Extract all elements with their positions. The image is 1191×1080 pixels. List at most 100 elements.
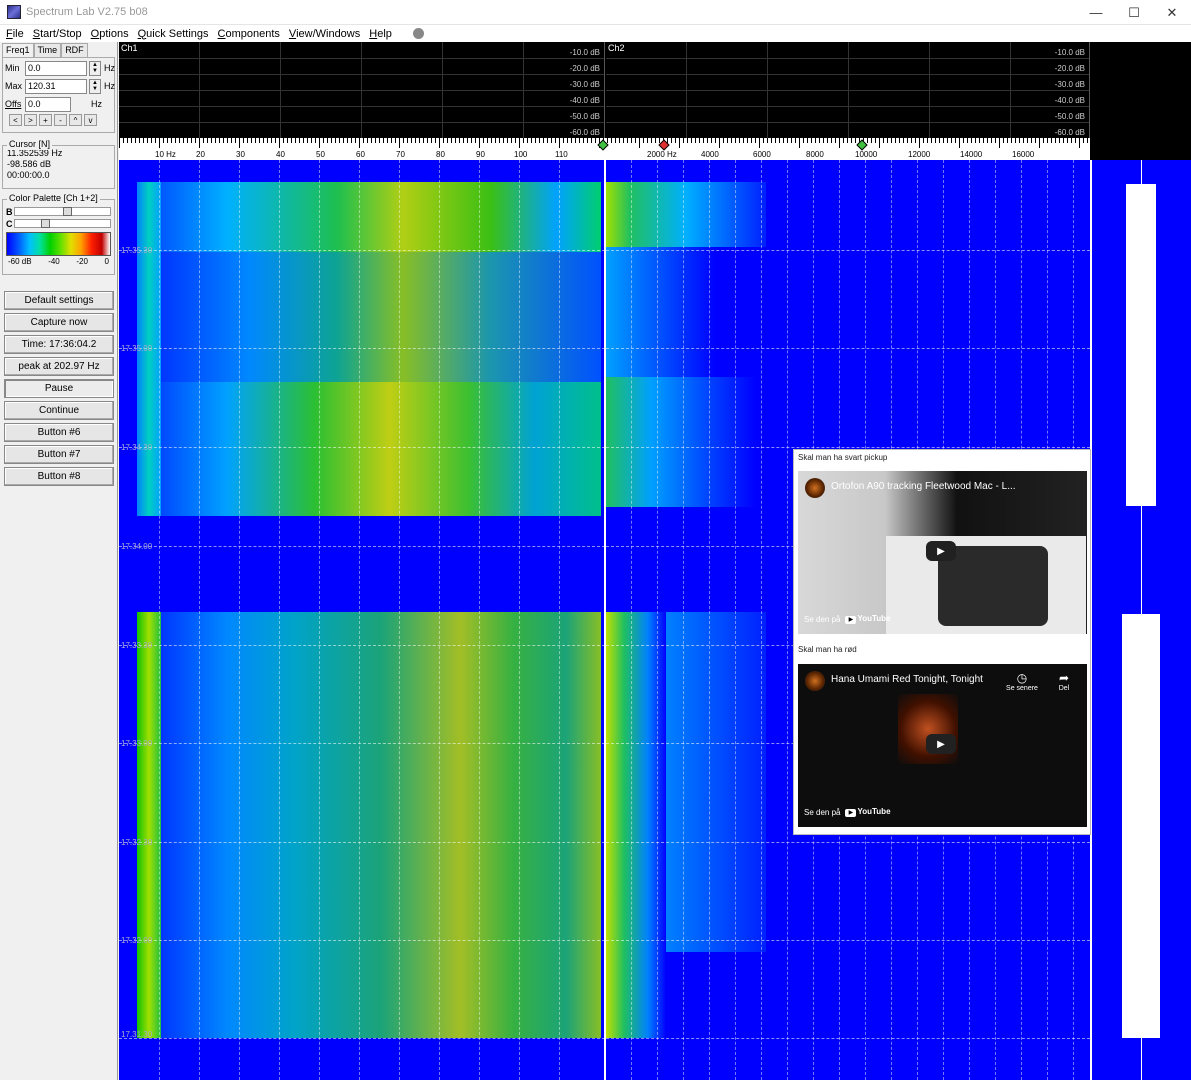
- palette-tick: -40: [48, 257, 60, 266]
- video1-player[interactable]: Ortofon A90 tracking Fleetwood Mac - L..…: [798, 471, 1087, 634]
- channel-avatar-icon[interactable]: [805, 478, 825, 498]
- play-icon[interactable]: ▶: [926, 734, 956, 754]
- frequency-cursor-line[interactable]: [604, 160, 606, 1080]
- scroll-up-button[interactable]: ^: [69, 114, 82, 126]
- cursor-level: -98.586 dB: [7, 159, 52, 169]
- minimize-button[interactable]: —: [1077, 0, 1115, 25]
- scroll-left-button[interactable]: <: [9, 114, 22, 126]
- menu-view-windows[interactable]: View/Windows: [289, 28, 360, 40]
- offs-unit: Hz: [91, 99, 102, 109]
- contrast-slider-thumb[interactable]: [41, 219, 51, 228]
- time-label: 17.31.30: [121, 1030, 153, 1039]
- tab-time[interactable]: Time: [33, 43, 62, 57]
- window-title: Spectrum Lab V2.75 b08: [26, 6, 148, 18]
- brightness-slider[interactable]: [14, 207, 111, 216]
- contrast-label: C: [6, 218, 13, 229]
- freq-tick-label: 110: [555, 150, 568, 159]
- video1-heading: Skal man ha svart pickup: [798, 453, 888, 462]
- play-icon[interactable]: ▶: [926, 541, 956, 561]
- time-label: 17.35.00: [121, 344, 153, 353]
- time-label: 17.32.30: [121, 838, 153, 847]
- menu-quick-settings[interactable]: Quick Settings: [138, 28, 209, 40]
- time-display-button[interactable]: Time: 17:36:04.2: [4, 335, 114, 354]
- palette-tick: -60 dB: [8, 257, 32, 266]
- min-freq-input[interactable]: [25, 60, 87, 76]
- time-label: 17.32.00: [121, 936, 153, 945]
- db-label: -50.0 dB: [1054, 112, 1085, 121]
- scroll-right-button[interactable]: >: [24, 114, 37, 126]
- menu-components[interactable]: Components: [218, 28, 280, 40]
- freq-tick-label: 30: [236, 150, 245, 159]
- offset-input[interactable]: [25, 96, 71, 112]
- freq-tick-label: 10000: [855, 150, 878, 159]
- min-unit: Hz: [104, 63, 115, 73]
- min-freq-spinner[interactable]: ▲ ▼: [89, 60, 101, 76]
- share-button[interactable]: ➦ Del: [1047, 672, 1081, 693]
- freq-tick-label: 16000: [1012, 150, 1035, 159]
- freq-tick-label: 50: [316, 150, 325, 159]
- db-label: -30.0 dB: [569, 80, 600, 89]
- menu-file[interactable]: File: [6, 28, 24, 40]
- freq-tick-label: 100: [514, 150, 528, 159]
- ch1-spectrum-graph[interactable]: Ch1 -10.0 dB -20.0 dB -30.0 dB -40.0 dB …: [119, 42, 605, 138]
- cursor-readout: Cursor [N] 11.352539 Hz -98.586 dB 00:00…: [2, 139, 115, 189]
- menu-help[interactable]: Help: [369, 28, 392, 40]
- default-settings-button[interactable]: Default settings: [4, 291, 114, 310]
- offs-label: Offs: [5, 99, 22, 109]
- menu-start-stop[interactable]: Start/Stop: [33, 28, 82, 40]
- watch-later-button[interactable]: ◷ Se senere: [1005, 671, 1039, 693]
- brightness-slider-thumb[interactable]: [63, 207, 73, 216]
- max-freq-input[interactable]: [25, 78, 87, 94]
- color-palette-box: Color Palette [Ch 1+2] B C -60 dB -40 -2…: [2, 193, 115, 275]
- waveform-panel[interactable]: [1090, 160, 1191, 1080]
- channel-avatar-icon[interactable]: [805, 671, 825, 691]
- color-palette-bar[interactable]: [6, 232, 111, 256]
- ch1-waterfall[interactable]: 17.35.30 17.35.00 17.34.30 17.34.00 17.3…: [119, 160, 605, 1080]
- menu-options[interactable]: Options: [91, 28, 129, 40]
- button-6[interactable]: Button #6: [4, 423, 114, 442]
- close-button[interactable]: ✕: [1153, 0, 1191, 25]
- db-label: -10.0 dB: [569, 48, 600, 57]
- max-unit: Hz: [104, 81, 115, 91]
- frequency-axis[interactable]: 10 Hz 20 30 40 50 60 70 80 90 100 110 20…: [119, 138, 1090, 160]
- peak-display-button[interactable]: peak at 202.97 Hz: [4, 357, 114, 376]
- tab-freq1[interactable]: Freq1: [2, 43, 34, 57]
- time-label: 17.33.30: [121, 641, 153, 650]
- watch-on-youtube-link[interactable]: Se den på ▶ YouTube: [804, 614, 891, 624]
- db-label: -20.0 dB: [1054, 64, 1085, 73]
- time-label: 17.33.00: [121, 739, 153, 748]
- zoom-in-button[interactable]: +: [39, 114, 52, 126]
- ch2-label: Ch2: [608, 43, 625, 53]
- maximize-button[interactable]: ☐: [1115, 0, 1153, 25]
- pause-button[interactable]: Pause: [4, 379, 114, 398]
- freq-tick-label: 4000: [701, 150, 719, 159]
- watch-on-youtube-link[interactable]: Se den på ▶ YouTube: [804, 807, 891, 817]
- freq-tick-label: 70: [396, 150, 405, 159]
- video2-title[interactable]: Hana Umami Red Tonight, Tonight: [831, 674, 983, 685]
- tab-rdf[interactable]: RDF: [61, 43, 88, 57]
- freq-tick-label: 2000 Hz: [647, 150, 677, 159]
- button-7[interactable]: Button #7: [4, 445, 114, 464]
- db-label: -50.0 dB: [569, 112, 600, 121]
- scroll-down-button[interactable]: v: [84, 114, 97, 126]
- contrast-slider[interactable]: [14, 219, 111, 228]
- video2-player[interactable]: Hana Umami Red Tonight, Tonight ◷ Se sene…: [798, 664, 1087, 827]
- max-freq-spinner[interactable]: ▲ ▼: [89, 78, 101, 94]
- brightness-label: B: [6, 206, 13, 217]
- button-8[interactable]: Button #8: [4, 467, 114, 486]
- db-label: -20.0 dB: [569, 64, 600, 73]
- menu-bar: File Start/Stop Options Quick Settings C…: [0, 25, 1191, 42]
- capture-now-button[interactable]: Capture now: [4, 313, 114, 332]
- freq-tick-label: 14000: [960, 150, 983, 159]
- db-label: -60.0 dB: [1054, 128, 1085, 137]
- clock-icon: ◷: [1016, 671, 1028, 685]
- zoom-out-button[interactable]: -: [54, 114, 67, 126]
- freq-tick-label: 80: [436, 150, 445, 159]
- youtube-logo-icon: ▶: [845, 616, 857, 624]
- min-label: Min: [5, 63, 20, 73]
- video2-heading: Skal man ha rød: [798, 645, 857, 654]
- ch2-spectrum-graph[interactable]: Ch2 -10.0 dB -20.0 dB -30.0 dB -40.0 dB …: [606, 42, 1090, 138]
- video1-title[interactable]: Ortofon A90 tracking Fleetwood Mac - L..…: [831, 481, 1016, 492]
- youtube-logo-icon: ▶: [845, 809, 857, 817]
- continue-button[interactable]: Continue: [4, 401, 114, 420]
